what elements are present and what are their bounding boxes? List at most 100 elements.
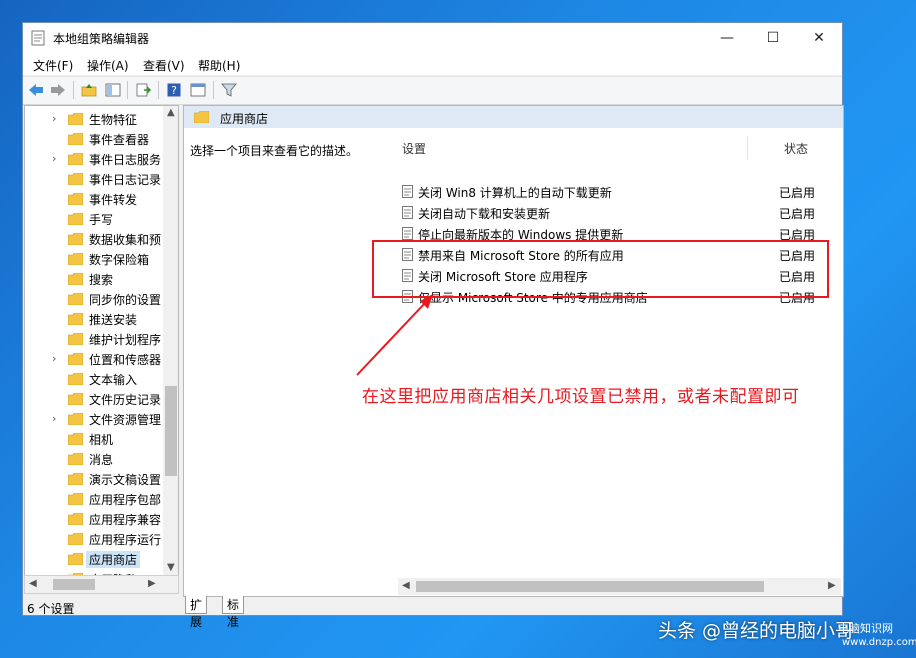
setting-row[interactable]: 关闭自动下载和安装更新 已启用 — [400, 203, 820, 224]
policy-tree[interactable]: › 生物特征事件查看器 › 事件日志服务 事件日志记录 事件转发手写数据收集和预数字保险箱… — [24, 105, 179, 577]
help-icon[interactable]: ? — [165, 81, 183, 99]
tree-item[interactable]: 应用程序运行 — [25, 529, 165, 549]
back-arrow-icon[interactable] — [27, 81, 45, 99]
tree-item-label: 事件查看器 — [89, 133, 150, 147]
pane-title: 应用商店 — [220, 112, 269, 126]
menu-file[interactable]: 文件(F) — [33, 57, 73, 74]
setting-state: 已启用 — [779, 207, 816, 221]
tree-item-label: 数据收集和预 — [89, 233, 162, 247]
watermark-site-name: 电脑知识网 — [838, 622, 893, 635]
column-header-state[interactable]: 状态 — [784, 140, 808, 157]
forward-arrow-icon[interactable] — [49, 81, 67, 99]
tree-item[interactable]: 应用程序兼容 — [25, 509, 165, 529]
tree-item-label: 手写 — [89, 213, 114, 227]
tree-item-label: 应用程序运行 — [89, 533, 162, 547]
filter-icon[interactable] — [220, 81, 238, 99]
tree-item[interactable]: 数字保险箱 — [25, 249, 165, 269]
title-bar[interactable]: 本地组策略编辑器 — ☐ ✕ — [23, 23, 842, 53]
tree-vertical-scrollbar[interactable]: ▲ ▼ — [163, 106, 178, 576]
tree-item-label: 位置和传感器 — [89, 353, 162, 367]
tree-item[interactable]: 应用程序包部 — [25, 489, 165, 509]
folder-icon — [68, 133, 83, 145]
expand-chevron-icon[interactable]: › — [52, 412, 56, 425]
tree-item-label: 演示文稿设置 — [89, 473, 162, 487]
tree-item[interactable]: 事件转发 — [25, 189, 165, 209]
up-folder-icon[interactable] — [80, 81, 98, 99]
settings-hscroll-thumb[interactable] — [416, 581, 764, 592]
folder-icon — [68, 433, 83, 445]
menu-view[interactable]: 查看(V) — [143, 57, 185, 74]
tree-item-label: 应用程序兼容 — [89, 513, 162, 527]
tree-item[interactable]: 文本输入 — [25, 369, 165, 389]
maximize-button[interactable]: ☐ — [750, 23, 796, 53]
tree-item[interactable]: 文件历史记录 — [25, 389, 165, 409]
tree-horizontal-scrollbar[interactable]: ◀ ▶ — [24, 575, 179, 594]
policy-setting-icon — [402, 227, 413, 240]
menu-bar: 文件(F) 操作(A) 查看(V) 帮助(H) — [23, 53, 842, 75]
tree-item[interactable]: 相机 — [25, 429, 165, 449]
tree-item[interactable]: 应用商店 — [25, 549, 165, 569]
folder-icon — [68, 153, 83, 165]
folder-icon — [68, 193, 83, 205]
scroll-down-arrow-icon[interactable]: ▼ — [167, 562, 175, 573]
description-text: 选择一个项目来查看它的描述。 — [190, 144, 359, 158]
tree-item[interactable]: › 生物特征 — [25, 109, 165, 129]
toolbar-separator — [73, 81, 74, 99]
tree-item[interactable]: 演示文稿设置 — [25, 469, 165, 489]
folder-icon — [68, 173, 83, 185]
tree-item[interactable]: 事件日志记录 — [25, 169, 165, 189]
toolbar-separator — [213, 81, 214, 99]
column-divider[interactable] — [747, 137, 748, 159]
menu-action[interactable]: 操作(A) — [87, 57, 129, 74]
folder-icon — [68, 233, 83, 245]
scroll-right-arrow-icon[interactable]: ▶ — [828, 580, 836, 591]
watermark-author: 头条 @曾经的电脑小哥 — [658, 620, 855, 642]
tree-item[interactable]: › 事件日志服务 — [25, 149, 165, 169]
tree-item[interactable]: 事件查看器 — [25, 129, 165, 149]
tree-item-label: 消息 — [89, 453, 114, 467]
tree-item-label: 搜索 — [89, 273, 114, 287]
tree-item[interactable]: › 文件资源管理 — [25, 409, 165, 429]
highlight-box — [372, 240, 829, 298]
scroll-up-arrow-icon[interactable]: ▲ — [167, 107, 175, 118]
show-tree-icon[interactable] — [104, 81, 122, 99]
folder-icon — [68, 513, 83, 525]
properties-icon[interactable] — [189, 81, 207, 99]
tree-item[interactable]: 消息 — [25, 449, 165, 469]
tree-item[interactable]: 维护计划程序 — [25, 329, 165, 349]
expand-chevron-icon[interactable]: › — [52, 112, 56, 125]
column-header-setting[interactable]: 设置 — [402, 140, 426, 157]
folder-icon — [68, 213, 83, 225]
export-list-icon[interactable] — [134, 81, 152, 99]
folder-icon — [68, 553, 83, 565]
tree-hscroll-thumb[interactable] — [53, 579, 95, 590]
close-button[interactable]: ✕ — [796, 23, 842, 53]
tree-item-label: 应用商店 — [86, 551, 141, 568]
tree-item[interactable]: 数据收集和预 — [25, 229, 165, 249]
settings-horizontal-scrollbar[interactable]: ◀ ▶ — [398, 578, 841, 595]
scroll-right-arrow-icon[interactable]: ▶ — [148, 578, 156, 589]
folder-icon — [68, 313, 83, 325]
tree-item[interactable]: 手写 — [25, 209, 165, 229]
menu-help[interactable]: 帮助(H) — [198, 57, 240, 74]
setting-row[interactable]: 关闭 Win8 计算机上的自动下载更新 已启用 — [400, 182, 820, 203]
folder-icon — [68, 533, 83, 545]
folder-icon — [68, 453, 83, 465]
expand-chevron-icon[interactable]: › — [52, 152, 56, 165]
minimize-button[interactable]: — — [704, 23, 750, 53]
window-title: 本地组策略编辑器 — [53, 32, 150, 46]
tree-scroll-thumb[interactable] — [165, 386, 177, 476]
folder-icon — [68, 413, 83, 425]
scroll-left-arrow-icon[interactable]: ◀ — [29, 578, 37, 589]
scroll-left-arrow-icon[interactable]: ◀ — [402, 580, 410, 591]
folder-icon — [68, 113, 83, 125]
gpedit-window: 本地组策略编辑器 — ☐ ✕ 文件(F) 操作(A) 查看(V) 帮助(H) ? — [22, 22, 844, 629]
folder-icon — [68, 493, 83, 505]
expand-chevron-icon[interactable]: › — [52, 352, 56, 365]
tree-item[interactable]: 推送安装 — [25, 309, 165, 329]
tree-item[interactable]: › 位置和传感器 — [25, 349, 165, 369]
folder-icon — [68, 373, 83, 385]
tree-item[interactable]: 同步你的设置 — [25, 289, 165, 309]
tree-item[interactable]: 搜索 — [25, 269, 165, 289]
status-text: 6 个设置 — [27, 602, 75, 616]
